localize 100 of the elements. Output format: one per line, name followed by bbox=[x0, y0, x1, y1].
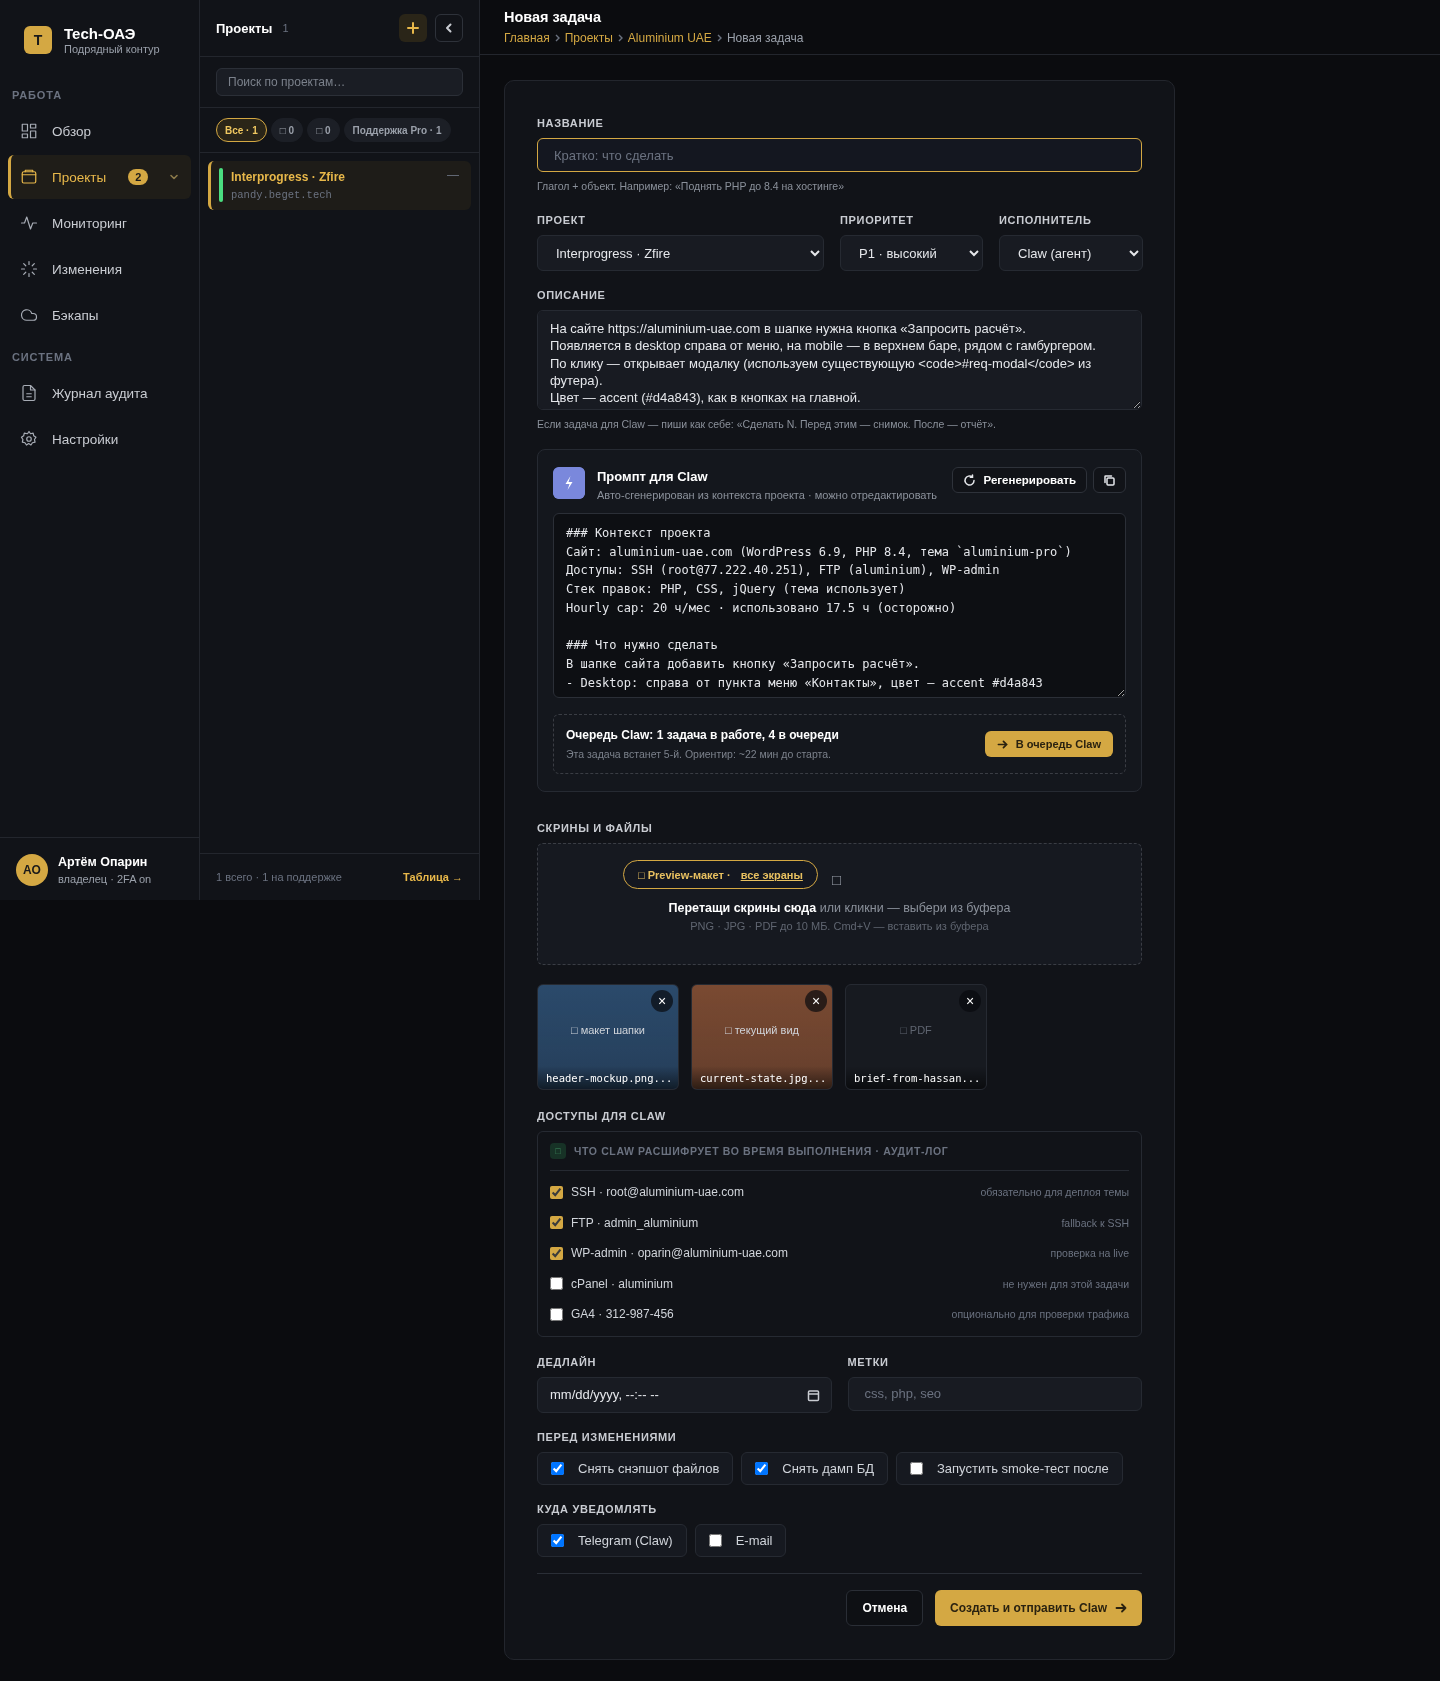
queue-title: Очередь Claw: 1 задача в работе, 4 в очереди bbox=[566, 728, 839, 742]
collapse-button[interactable] bbox=[435, 14, 463, 42]
breadcrumb-link[interactable]: Главная bbox=[504, 31, 550, 45]
nav-item[interactable]: Настройки bbox=[8, 417, 191, 461]
select-field[interactable]: P1 · высокий bbox=[840, 235, 983, 271]
field-label: ПРИОРИТЕТ bbox=[840, 214, 915, 226]
drop-zone[interactable]: □ Preview-макет · все экраны □ Перетащи скрины сюда или кликни — выбери из буфера PNG · JPG · PDF до 10 МБ. Cmd+V — вставить из буфера bbox=[537, 843, 1142, 965]
checkbox[interactable] bbox=[755, 1461, 769, 1475]
section-label: СИСТЕМА bbox=[11, 351, 74, 363]
access-label: WP-admin · oparin@aluminium-uae.com bbox=[571, 1246, 788, 1261]
filter-chip[interactable]: Поддержка Pro · 1 bbox=[343, 118, 451, 142]
drop-note: PNG · JPG · PDF до 10 МБ. Cmd+V — вставить из буфера bbox=[689, 920, 990, 932]
settings-icon bbox=[20, 430, 38, 448]
checkbox[interactable] bbox=[550, 1277, 563, 1291]
chevron-icon bbox=[715, 34, 723, 42]
attachment-thumb[interactable]: □ текущий вид current-state.jpg... × bbox=[691, 984, 833, 1090]
calendar-icon[interactable] bbox=[806, 1388, 820, 1402]
project-menu[interactable]: — bbox=[447, 168, 459, 182]
nav-label: Обзор bbox=[52, 123, 91, 139]
nav-item[interactable]: Мониторинг bbox=[8, 201, 191, 245]
checkbox[interactable] bbox=[550, 1246, 563, 1260]
attachment-thumb[interactable]: □ PDF brief-from-hassan... × bbox=[845, 984, 987, 1090]
project-item[interactable]: Interprogress · Zfire pandy.beget.tech — bbox=[208, 161, 471, 210]
field-label: ПЕРЕД ИЗМЕНЕНИЯМИ bbox=[537, 1430, 678, 1443]
app-subtitle: Подрядный контур bbox=[64, 43, 160, 55]
chevron-icon[interactable] bbox=[169, 172, 179, 182]
filter-chip[interactable]: Все · 1 bbox=[216, 118, 267, 142]
option-chip[interactable]: E-mail bbox=[694, 1523, 787, 1557]
queue-button[interactable]: В очередь Claw bbox=[984, 731, 1113, 757]
access-label: SSH · root@aluminium-uae.com bbox=[571, 1185, 744, 1200]
nav-item[interactable]: Проекты 2 bbox=[8, 155, 191, 199]
select-field[interactable]: Claw (агент) bbox=[999, 235, 1143, 271]
remove-button[interactable]: × bbox=[959, 990, 981, 1012]
search-field[interactable]: Поиск по проектам… bbox=[216, 68, 463, 96]
user-role: владелец · 2FA on bbox=[58, 873, 152, 885]
table-link[interactable]: Таблица → bbox=[403, 871, 463, 883]
pulse-icon bbox=[20, 214, 38, 232]
option-chip[interactable]: Снять снэпшот файлов bbox=[537, 1451, 734, 1485]
option-chip[interactable]: Снять дамп БД bbox=[741, 1451, 888, 1485]
field-label: ПРОЕКТ bbox=[537, 214, 587, 226]
checkbox[interactable] bbox=[550, 1185, 563, 1199]
access-note: fallback к SSH bbox=[1061, 1216, 1129, 1229]
field-label: КУДА УВЕДОМЛЯТЬ bbox=[537, 1502, 658, 1515]
cancel-button[interactable]: Отмена bbox=[846, 1589, 924, 1626]
field-hint: Если задача для Claw — пиши как себе: «Сделать N. Перед этим — снимок. После — отчёт». bbox=[537, 418, 997, 430]
project-name: Interprogress · Zfire bbox=[231, 170, 346, 184]
checkbox[interactable] bbox=[550, 1216, 563, 1230]
copy-icon bbox=[1103, 473, 1116, 487]
nav-label: Бэкапы bbox=[52, 307, 99, 323]
option-chip[interactable]: Запустить smoke-тест после bbox=[896, 1451, 1123, 1485]
field-label: ОПИСАНИЕ bbox=[537, 289, 607, 301]
breadcrumb-link[interactable]: Aluminium UAE bbox=[627, 31, 712, 45]
access-note: опционально для проверки трафика bbox=[951, 1308, 1129, 1321]
description-field[interactable]: На сайте https://aluminium-uae.com в шапке нужна кнопка «Запросить расчёт». Появляется в desktop справа от меню, на mobile — в верхнем баре, рядом с гамбургером. По клику — открывает модалку (используем существующую <code>#req-modal</code> из футера). Цвет — accent (#d4a843), как в кнопках на главной. bbox=[537, 310, 1142, 410]
copy-button[interactable] bbox=[1093, 467, 1126, 493]
access-heading: ЧТО CLAW РАСШИФРУЕТ ВО ВРЕМЯ ВЫПОЛНЕНИЯ · АУДИТ-ЛОГ bbox=[574, 1145, 949, 1157]
drop-text: Перетащи скрины сюда или кликни — выбери из буфера bbox=[667, 901, 1012, 915]
checkbox[interactable] bbox=[551, 1533, 564, 1547]
grid-icon bbox=[20, 122, 38, 140]
section-label: РАБОТА bbox=[11, 89, 64, 101]
attachment-caption: □ PDF bbox=[900, 1024, 932, 1036]
checkbox[interactable] bbox=[910, 1461, 923, 1475]
add-button[interactable] bbox=[399, 14, 427, 42]
filter-chip[interactable]: □ 0 bbox=[307, 118, 340, 142]
chevron-icon bbox=[616, 34, 624, 42]
remove-button[interactable]: × bbox=[651, 990, 673, 1012]
placeholder-glyph: □ bbox=[831, 871, 841, 888]
regenerate-button[interactable]: Регенерировать bbox=[951, 467, 1087, 493]
submit-button[interactable]: Создать и отправить Claw bbox=[935, 1589, 1142, 1626]
arrow-icon bbox=[1115, 1601, 1127, 1614]
option-label: Снять дамп БД bbox=[782, 1460, 874, 1476]
project-count: 1 bbox=[282, 22, 289, 34]
chevron-icon bbox=[443, 22, 455, 34]
checkbox[interactable] bbox=[551, 1461, 564, 1475]
deadline-field[interactable]: mm/dd/yyyy, --:-- -- bbox=[537, 1376, 832, 1413]
breadcrumb-link[interactable]: Проекты bbox=[564, 31, 613, 45]
document-icon bbox=[20, 384, 38, 402]
checkbox[interactable] bbox=[550, 1307, 563, 1321]
nav-item[interactable]: Изменения bbox=[8, 247, 191, 291]
nav-label: Мониторинг bbox=[52, 215, 127, 231]
screens-link[interactable]: все экраны bbox=[740, 868, 803, 881]
filter-chip[interactable]: □ 0 bbox=[270, 118, 304, 142]
prompt-field[interactable]: ### Контекст проекта Сайт: aluminium-uae.com (WordPress 6.9, PHP 8.4, тема `aluminium-pro`) Доступы: SSH (root@77.222.40.251), FTP (aluminium), WP-admin Стек правок: PHP, CSS, jQuery (тема использует) Hourly cap: 20 ч/мес · использовано 17.5 ч (осторожно) ### Что нужно сделать В шапке сайта добавить кнопку «Запросить расчёт». - Desktop: справа от пункта меню «Контакты», цвет — accent #d4a843 bbox=[553, 513, 1126, 698]
page-title: Новая задача bbox=[504, 9, 603, 25]
refresh-icon bbox=[962, 473, 976, 487]
nav-item[interactable]: Журнал аудита bbox=[8, 371, 191, 415]
nav-item[interactable]: Обзор bbox=[8, 109, 191, 153]
nav-label: Изменения bbox=[52, 261, 122, 277]
arrow-icon bbox=[996, 738, 1008, 750]
nav-item[interactable]: Бэкапы bbox=[8, 293, 191, 337]
option-chip[interactable]: Telegram (Claw) bbox=[537, 1523, 687, 1557]
title-field[interactable]: Кратко: что сделать bbox=[537, 138, 1142, 172]
tags-field[interactable]: css, php, seo bbox=[847, 1376, 1142, 1411]
remove-button[interactable]: × bbox=[805, 990, 827, 1012]
access-label: cPanel · aluminium bbox=[571, 1276, 674, 1291]
checkbox[interactable] bbox=[708, 1533, 722, 1547]
attachment-thumb[interactable]: □ макет шапки header-mockup.png... × bbox=[537, 984, 679, 1090]
nav-label: Журнал аудита bbox=[52, 385, 148, 401]
chevron-icon bbox=[553, 34, 561, 42]
select-field[interactable]: Interprogress · Zfire bbox=[537, 235, 824, 271]
